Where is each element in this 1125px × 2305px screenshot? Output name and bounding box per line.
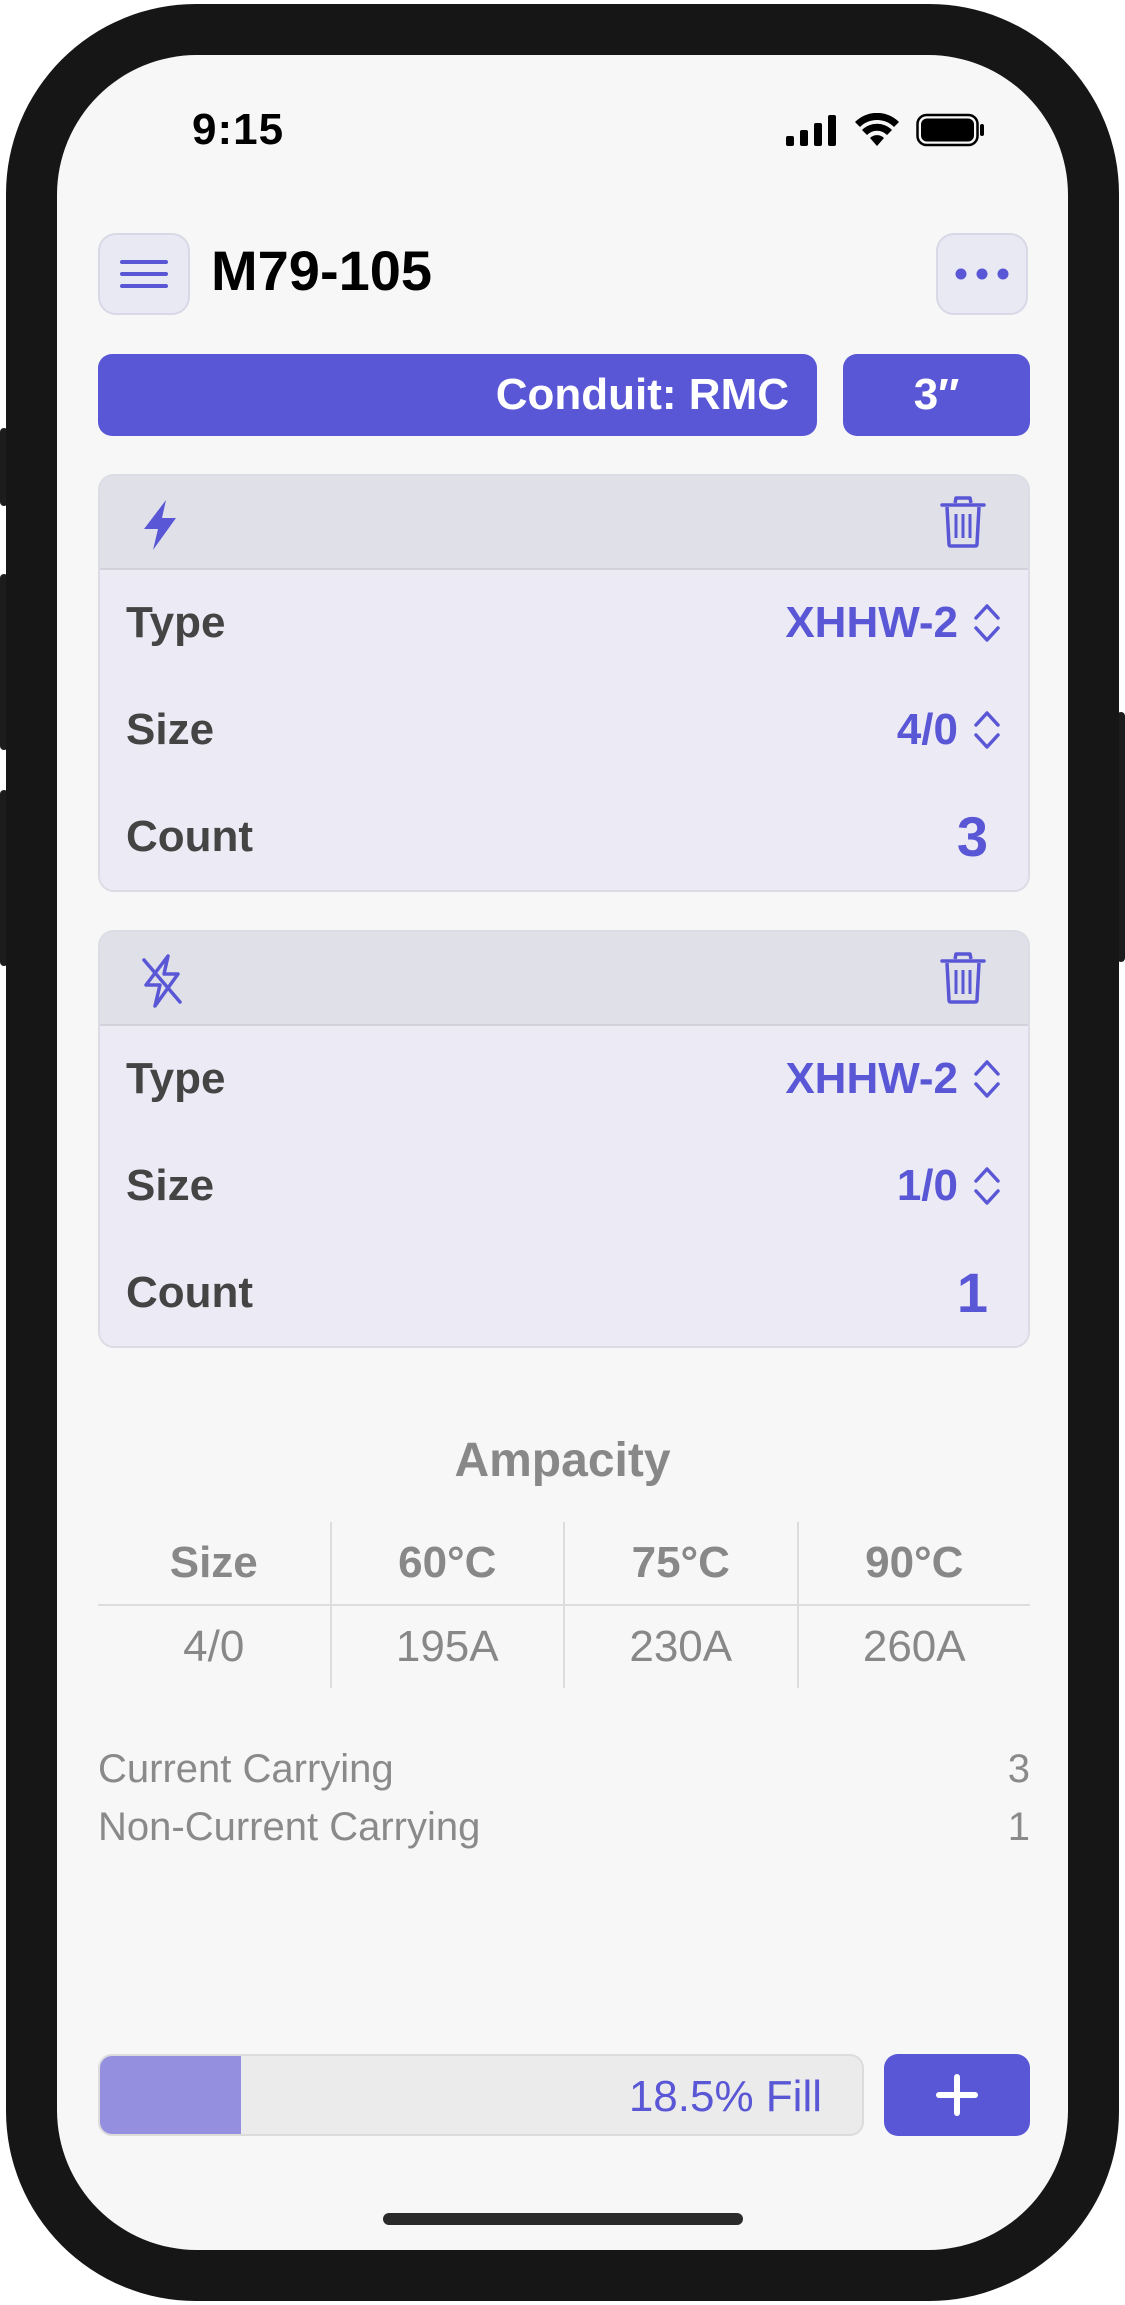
ampacity-header-90c: 90°C xyxy=(796,1522,1031,1604)
type-row[interactable]: Type XHHW-2 xyxy=(100,570,1028,677)
trash-icon[interactable] xyxy=(940,952,986,1009)
page-title: M79-105 xyxy=(211,239,433,302)
conduit-size-button[interactable]: 3′′ xyxy=(843,354,1030,436)
screen: 9:15 M79-105 Conduit: RMC 3′′ Type XHHW-… xyxy=(57,55,1068,2250)
count-row[interactable]: Count 1 xyxy=(100,1240,1028,1346)
ampacity-cell-90c: 260A xyxy=(796,1606,1031,1688)
cellular-signal-icon xyxy=(786,115,836,146)
size-picker[interactable]: 4/0 xyxy=(897,705,1002,755)
count-label: Count xyxy=(126,812,254,861)
bolt-icon xyxy=(140,498,180,557)
hamburger-icon xyxy=(120,260,168,288)
bolt-slash-icon xyxy=(140,954,184,1013)
count-label: Count xyxy=(126,1268,254,1317)
type-row[interactable]: Type XHHW-2 xyxy=(100,1026,1028,1133)
chevron-up-down-icon xyxy=(974,711,1000,749)
conductor-card-header xyxy=(100,932,1028,1026)
conductor-card-1: Type XHHW-2 Size 4/0 Count 3 xyxy=(98,474,1030,892)
ampacity-cell-60c: 195A xyxy=(329,1606,564,1688)
count-row[interactable]: Count 3 xyxy=(100,784,1028,890)
size-picker[interactable]: 1/0 xyxy=(897,1161,1002,1211)
count-value[interactable]: 1 xyxy=(957,1260,988,1325)
conductor-card-2: Type XHHW-2 Size 1/0 Count 1 xyxy=(98,930,1030,1348)
current-carrying-label: Current Carrying xyxy=(98,1747,394,1791)
type-value: XHHW-2 xyxy=(785,1054,958,1103)
ampacity-table: Size 60°C 75°C 90°C 4/0 195A 230A 260A xyxy=(98,1522,1030,1688)
home-indicator[interactable] xyxy=(383,2213,743,2225)
type-picker[interactable]: XHHW-2 xyxy=(785,598,1002,648)
conduit-type-button[interactable]: Conduit: RMC xyxy=(98,354,817,436)
size-value: 1/0 xyxy=(896,1161,958,1210)
conduit-type-label: Conduit: RMC xyxy=(495,370,789,419)
current-carrying-value: 3 xyxy=(1007,1747,1030,1791)
status-time: 9:15 xyxy=(192,105,285,154)
fill-progress: 18.5% Fill xyxy=(98,2054,864,2136)
more-options-button[interactable] xyxy=(936,233,1028,315)
ampacity-header-size: Size xyxy=(169,1538,258,1587)
size-row[interactable]: Size 4/0 xyxy=(100,677,1028,784)
ampacity-header-75c: 75°C xyxy=(563,1522,797,1604)
count-value[interactable]: 3 xyxy=(957,804,988,869)
ampacity-header-60c: 60°C xyxy=(329,1522,564,1604)
chevron-up-down-icon xyxy=(974,604,1000,642)
size-label: Size xyxy=(126,705,215,754)
chevron-up-down-icon xyxy=(974,1060,1000,1098)
trash-icon[interactable] xyxy=(940,496,986,553)
ampacity-header-row: Size 60°C 75°C 90°C xyxy=(98,1522,1030,1606)
type-value: XHHW-2 xyxy=(785,598,958,647)
ampacity-cell-size: 4/0 xyxy=(183,1622,245,1671)
type-label: Type xyxy=(126,598,226,647)
conduit-size-label: 3′′ xyxy=(913,370,960,419)
wifi-icon xyxy=(855,113,899,146)
type-label: Type xyxy=(126,1054,226,1103)
fill-label: 18.5% Fill xyxy=(628,2072,822,2121)
ellipsis-icon xyxy=(955,268,1009,280)
chevron-up-down-icon xyxy=(974,1167,1000,1205)
plus-icon xyxy=(936,2074,978,2116)
non-current-carrying-label: Non-Current Carrying xyxy=(98,1805,481,1849)
ampacity-data-row: 4/0 195A 230A 260A xyxy=(98,1606,1030,1688)
current-carrying-row: Current Carrying 3 xyxy=(98,1747,1030,1792)
status-icons xyxy=(786,113,986,147)
size-label: Size xyxy=(126,1161,215,1210)
add-conductor-button[interactable] xyxy=(884,2054,1030,2136)
menu-button[interactable] xyxy=(98,233,190,315)
non-current-carrying-value: 1 xyxy=(1007,1805,1030,1849)
type-picker[interactable]: XHHW-2 xyxy=(785,1054,1002,1104)
battery-icon xyxy=(916,113,984,147)
ampacity-title: Ampacity xyxy=(454,1434,671,1487)
conductor-card-header xyxy=(100,476,1028,570)
fill-progress-bar xyxy=(100,2056,241,2134)
status-bar: 9:15 xyxy=(57,55,1068,175)
non-current-carrying-row: Non-Current Carrying 1 xyxy=(98,1805,1030,1850)
ampacity-cell-75c: 230A xyxy=(563,1606,797,1688)
size-row[interactable]: Size 1/0 xyxy=(100,1133,1028,1240)
size-value: 4/0 xyxy=(896,705,958,754)
